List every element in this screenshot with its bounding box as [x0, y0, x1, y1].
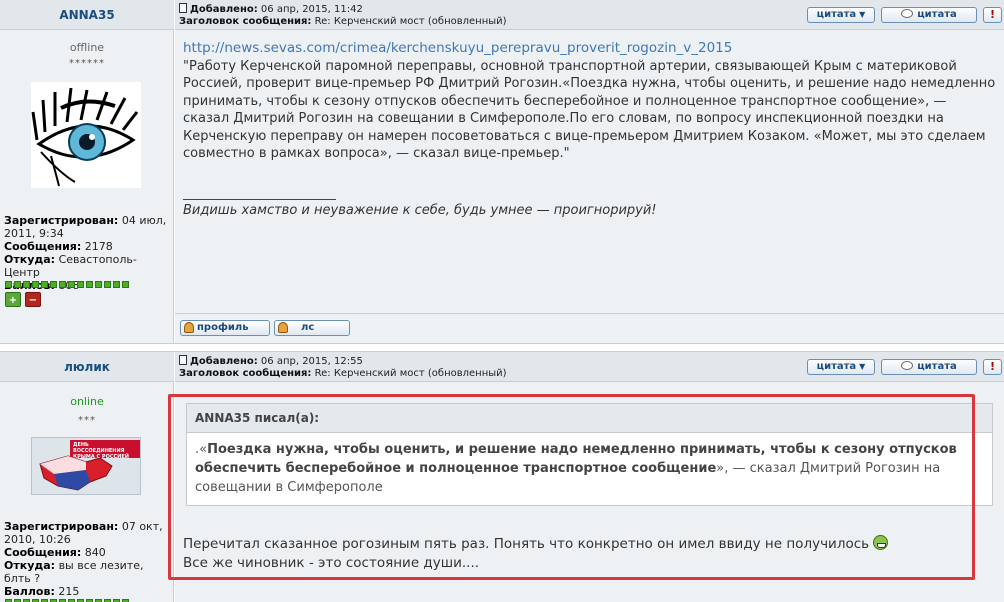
posts-count: 2178 — [84, 240, 113, 253]
added-date: 06 апр, 2015, 12:55 — [260, 356, 363, 367]
rank-stars: ****** — [69, 58, 105, 69]
registered-label: Зарегистрирован: — [4, 520, 119, 533]
message-header: Добавлено: 06 апр, 2015, 12:55 Заголовок… — [175, 352, 1004, 382]
registered-label: Зарегистрирован: — [4, 214, 119, 227]
post-lyulik: люлик online *** ДЕНЬ ВОССОЕДИНЕНИЯ КРЫМ… — [0, 352, 1004, 602]
chevron-down-icon: ▼ — [859, 362, 866, 371]
from-label: Откуда: — [4, 253, 56, 266]
added-label: Добавлено: — [190, 4, 258, 15]
points-value: 215 — [58, 585, 80, 598]
subject-label: Заголовок сообщения: — [179, 16, 312, 27]
speech-bubble-icon — [901, 9, 914, 18]
signature-divider — [183, 199, 336, 200]
avatar-eye-icon — [31, 82, 141, 188]
message-body: http://news.sevas.com/crimea/kerchenskuy… — [183, 40, 996, 163]
report-button[interactable]: ! — [983, 359, 1002, 375]
points-label: Баллов: — [4, 585, 55, 598]
author-name[interactable]: люлик — [0, 352, 174, 382]
post-anna35: ANNA35 offline ****** Зарегистрирован: 0… — [0, 0, 1004, 343]
subject-label: Заголовок сообщения: — [179, 368, 312, 379]
user-icon — [184, 322, 194, 333]
posts-label: Сообщения: — [4, 240, 82, 253]
chevron-down-icon: ▼ — [859, 10, 866, 19]
subject: Re: Керченский мост (обновленный) — [314, 368, 507, 379]
author-panel: люлик online *** ДЕНЬ ВОССОЕДИНЕНИЯ КРЫМ… — [0, 352, 174, 602]
news-link[interactable]: http://news.sevas.com/crimea/kerchenskuy… — [183, 40, 996, 58]
post-doc-icon — [179, 3, 187, 13]
added-date: 06 апр, 2015, 11:42 — [260, 4, 363, 15]
post-doc-icon — [179, 355, 187, 365]
posts-count: 840 — [84, 546, 106, 559]
subject: Re: Керченский мост (обновленный) — [314, 16, 507, 27]
posts-label: Сообщения: — [4, 546, 82, 559]
reputation-bar — [5, 281, 129, 288]
thumbs-up-icon[interactable]: + — [5, 292, 21, 307]
signature: Видишь хамство и неуважение к себе, будь… — [183, 203, 657, 218]
post-separator — [0, 343, 1004, 352]
author-name[interactable]: ANNA35 — [0, 0, 174, 30]
footer-divider — [175, 313, 1004, 314]
message-header: Добавлено: 06 апр, 2015, 11:42 Заголовок… — [175, 0, 1004, 30]
pm-button[interactable]: лс — [274, 320, 350, 336]
quote-selected-button[interactable]: цитата ▼ — [807, 7, 875, 23]
quote-button[interactable]: цитата — [881, 7, 977, 23]
post-meta: Добавлено: 06 апр, 2015, 11:42 Заголовок… — [179, 3, 507, 28]
crimea-map-icon — [39, 455, 113, 491]
profile-button[interactable]: профиль — [180, 320, 270, 336]
message-panel: Добавлено: 06 апр, 2015, 11:42 Заголовок… — [175, 0, 1004, 343]
online-status: online — [70, 395, 104, 408]
from-label: Откуда: — [4, 559, 56, 572]
report-button[interactable]: ! — [983, 7, 1002, 23]
added-label: Добавлено: — [190, 356, 258, 367]
red-highlight-box — [168, 394, 975, 580]
avatar-crimea-banner: ДЕНЬ ВОССОЕДИНЕНИЯ КРЫМА С РОССИЕЙ — [31, 437, 141, 495]
users-icon — [278, 322, 288, 333]
author-panel: ANNA35 offline ****** Зарегистрирован: 0… — [0, 0, 174, 343]
thumbs-down-icon[interactable]: − — [25, 292, 41, 307]
online-status: offline — [69, 41, 105, 54]
speech-bubble-icon — [901, 361, 914, 370]
rank-stars: *** — [78, 415, 96, 426]
profile-info: Зарегистрирован: 07 окт, 2010, 10:26 Соо… — [4, 520, 172, 598]
quote-button[interactable]: цитата — [881, 359, 977, 375]
post-meta: Добавлено: 06 апр, 2015, 12:55 Заголовок… — [179, 355, 507, 380]
message-text: "Работу Керченской паромной переправы, о… — [183, 58, 996, 162]
quote-selected-button[interactable]: цитата ▼ — [807, 359, 875, 375]
